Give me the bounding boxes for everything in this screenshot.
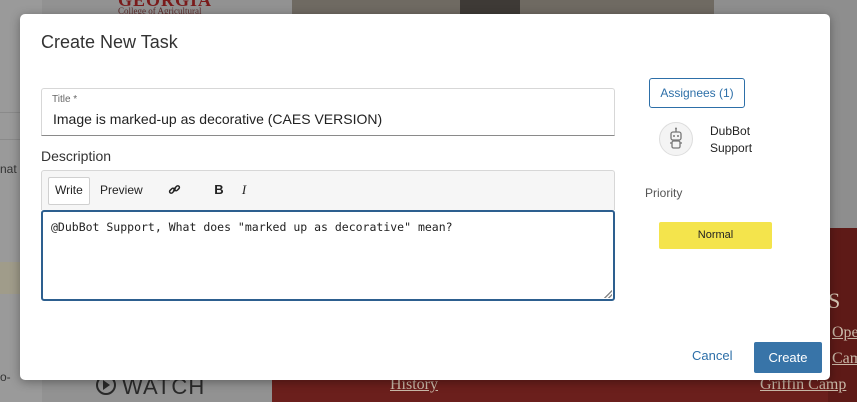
robot-icon: [670, 127, 682, 149]
priority-label: Priority: [645, 186, 683, 200]
create-button[interactable]: Create: [754, 342, 822, 373]
bold-button[interactable]: B: [208, 177, 230, 203]
priority-badge[interactable]: Normal: [659, 222, 772, 249]
link-icon[interactable]: [163, 177, 185, 203]
assignee-avatar: [659, 122, 693, 156]
description-label: Description: [41, 148, 112, 164]
background-link-fragment: Campu: [832, 350, 857, 367]
title-input[interactable]: Image is marked-up as decorative (CAES V…: [53, 111, 382, 127]
background-text-fragment: nat: [0, 162, 17, 176]
description-text: @DubBot Support, What does "marked up as…: [51, 220, 453, 234]
background-table-cell: [0, 112, 21, 140]
background-text-fragment: o-: [0, 370, 11, 384]
background-photo-shadow: [460, 0, 520, 14]
tab-write[interactable]: Write: [48, 177, 90, 205]
modal-title: Create New Task: [41, 32, 178, 52]
create-task-modal: Create New Task Title * Image is marked-…: [20, 14, 830, 380]
title-field[interactable]: Title * Image is marked-up as decorative…: [41, 88, 615, 136]
italic-button[interactable]: I: [233, 177, 255, 203]
assignee-name: DubBot Support: [710, 124, 753, 155]
description-textarea[interactable]: @DubBot Support, What does "marked up as…: [41, 210, 615, 301]
title-field-label: Title *: [52, 94, 78, 105]
background-link-fragment: Opera: [832, 324, 857, 341]
resize-handle[interactable]: [604, 290, 612, 298]
cancel-button[interactable]: Cancel: [692, 348, 732, 363]
editor-toolbar: Write Preview B I: [41, 170, 615, 210]
tab-preview[interactable]: Preview: [94, 177, 149, 203]
assignees-button[interactable]: Assignees (1): [649, 78, 745, 108]
